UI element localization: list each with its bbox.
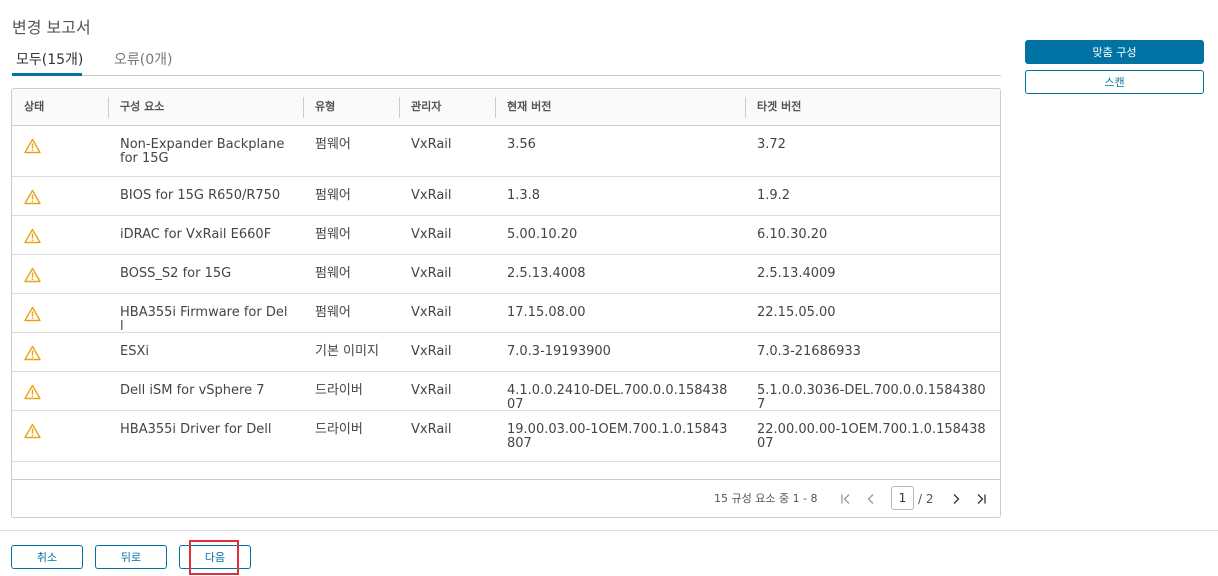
- warning-icon: [24, 189, 41, 205]
- current-version-cell: 3.56: [507, 137, 536, 152]
- warning-icon: [24, 423, 41, 439]
- target-version-cell: 7.0.3-21686933: [757, 344, 861, 359]
- target-version-cell: 2.5.13.4009: [757, 266, 836, 281]
- footer-divider: [0, 530, 1218, 531]
- tab-errors[interactable]: 오류(0개): [112, 48, 172, 76]
- next-page-icon[interactable]: [948, 490, 964, 508]
- current-version-cell: 4.1.0.0.2410-DEL.700.0.0.15843807: [507, 383, 728, 412]
- type-cell: 펌웨어: [315, 305, 351, 320]
- component-cell: iDRAC for VxRail E660F: [120, 227, 272, 242]
- tab-bar: 모두(15개) 오류(0개): [12, 48, 1001, 76]
- current-version-cell: 19.00.03.00-1OEM.700.1.0.15843807: [507, 422, 728, 451]
- table-footer: 15 규성 요소 중 1 - 8 / 2: [12, 479, 1000, 517]
- manager-cell: VxRail: [411, 188, 452, 203]
- warning-icon: [24, 267, 41, 283]
- target-version-cell: 1.9.2: [757, 188, 791, 203]
- first-page-icon[interactable]: [838, 490, 854, 508]
- warning-icon: [24, 384, 41, 400]
- component-cell: BOSS_S2 for 15G: [120, 266, 232, 281]
- manager-cell: VxRail: [411, 422, 452, 437]
- type-cell: 기본 이미지: [315, 344, 379, 359]
- cancel-button[interactable]: 취소: [11, 545, 83, 569]
- type-cell: 드라이버: [315, 422, 363, 437]
- target-version-cell: 22.15.05.00: [757, 305, 836, 320]
- table-row: HBA355i Driver for Dell 드라이버 VxRail 19.0…: [12, 411, 1000, 462]
- scan-button[interactable]: 스캔: [1025, 70, 1204, 94]
- warning-icon: [24, 138, 41, 154]
- table-row: Non-Expander Backplane for 15G 펌웨어 VxRai…: [12, 126, 1000, 177]
- column-header-status[interactable]: 상태: [12, 89, 108, 126]
- warning-icon: [24, 228, 41, 244]
- target-version-cell: 6.10.30.20: [757, 227, 828, 242]
- type-cell: 펌웨어: [315, 227, 351, 242]
- target-version-cell: 3.72: [757, 137, 786, 152]
- last-page-icon[interactable]: [973, 490, 989, 508]
- table-header: 상태 구성 요소 유형 관리자 현재 버전 타겟 버전: [12, 89, 1000, 126]
- current-version-cell: 2.5.13.4008: [507, 266, 586, 281]
- table-body: Non-Expander Backplane for 15G 펌웨어 VxRai…: [12, 126, 1000, 462]
- column-header-component[interactable]: 구성 요소: [108, 89, 303, 126]
- type-cell: 펌웨어: [315, 137, 351, 152]
- page-number-input[interactable]: [891, 486, 914, 510]
- apply-configuration-button[interactable]: 맞춤 구성: [1025, 40, 1204, 64]
- type-cell: 펌웨어: [315, 266, 351, 281]
- current-version-cell: 7.0.3-19193900: [507, 344, 611, 359]
- table-row: iDRAC for VxRail E660F 펌웨어 VxRail 5.00.1…: [12, 216, 1000, 255]
- manager-cell: VxRail: [411, 227, 452, 242]
- column-header-current-version[interactable]: 현재 버전: [495, 89, 745, 126]
- current-version-cell: 17.15.08.00: [507, 305, 586, 320]
- manager-cell: VxRail: [411, 137, 452, 152]
- warning-icon: [24, 306, 41, 322]
- page-title: 변경 보고서: [12, 18, 91, 37]
- component-cell: HBA355i Driver for Dell: [120, 422, 272, 437]
- pagination-summary: 15 규성 요소 중 1 - 8: [714, 492, 818, 505]
- change-report-table: 상태 구성 요소 유형 관리자 현재 버전 타겟 버전 Non-Expander…: [11, 88, 1001, 518]
- table-row: BOSS_S2 for 15G 펌웨어 VxRail 2.5.13.4008 2…: [12, 255, 1000, 294]
- manager-cell: VxRail: [411, 266, 452, 281]
- column-header-manager[interactable]: 관리자: [399, 89, 495, 126]
- back-button[interactable]: 뒤로: [95, 545, 167, 569]
- column-header-target-version[interactable]: 타겟 버전: [745, 89, 1000, 126]
- manager-cell: VxRail: [411, 383, 452, 398]
- manager-cell: VxRail: [411, 344, 452, 359]
- component-cell: HBA355i Firmware for Dell: [120, 305, 288, 334]
- component-cell: BIOS for 15G R650/R750: [120, 188, 281, 203]
- manager-cell: VxRail: [411, 305, 452, 320]
- table-row: ESXi 기본 이미지 VxRail 7.0.3-19193900 7.0.3-…: [12, 333, 1000, 372]
- page-total: / 2: [918, 492, 934, 506]
- warning-icon: [24, 345, 41, 361]
- type-cell: 드라이버: [315, 383, 363, 398]
- column-header-type[interactable]: 유형: [303, 89, 399, 126]
- table-row: BIOS for 15G R650/R750 펌웨어 VxRail 1.3.8 …: [12, 177, 1000, 216]
- component-cell: ESXi: [120, 344, 149, 359]
- table-row: Dell iSM for vSphere 7 드라이버 VxRail 4.1.0…: [12, 372, 1000, 412]
- current-version-cell: 5.00.10.20: [507, 227, 578, 242]
- target-version-cell: 5.1.0.0.3036-DEL.700.0.0.15843807: [757, 383, 986, 412]
- table-row: HBA355i Firmware for Dell 펌웨어 VxRail 17.…: [12, 294, 1000, 334]
- type-cell: 펌웨어: [315, 188, 351, 203]
- previous-page-icon[interactable]: [863, 490, 879, 508]
- next-button[interactable]: 다음: [179, 545, 251, 569]
- component-cell: Dell iSM for vSphere 7: [120, 383, 265, 398]
- component-cell: Non-Expander Backplane for 15G: [120, 137, 285, 166]
- target-version-cell: 22.00.00.00-1OEM.700.1.0.15843807: [757, 422, 986, 451]
- tab-all[interactable]: 모두(15개): [12, 48, 83, 76]
- current-version-cell: 1.3.8: [507, 188, 541, 203]
